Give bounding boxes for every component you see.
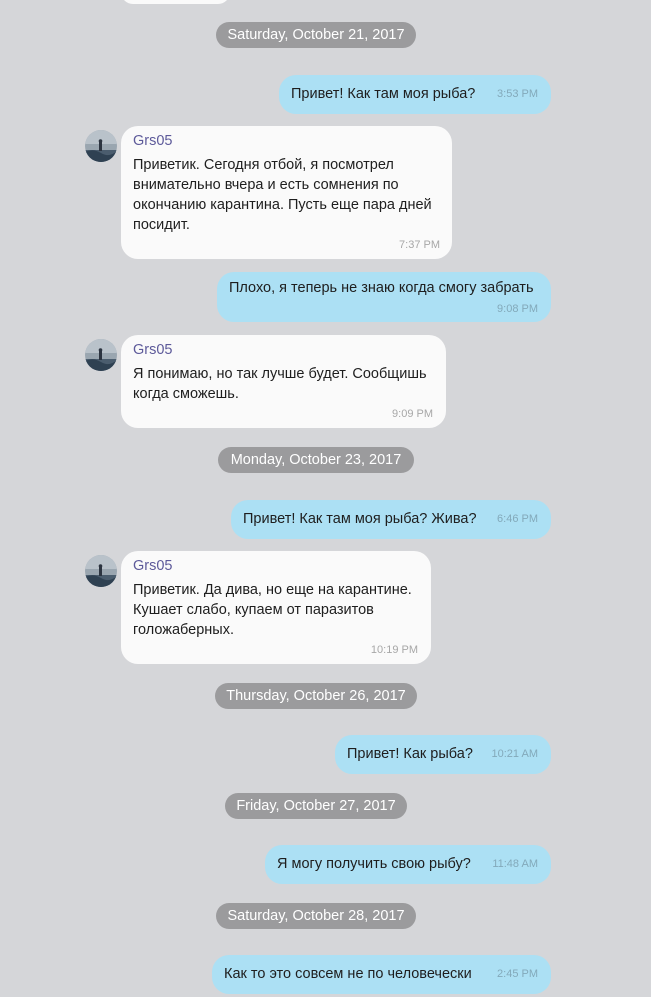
message-text: Привет! Как рыба? <box>347 746 473 762</box>
user-photo-avatar-icon <box>85 555 117 587</box>
message-time: 10:21 AM <box>491 748 538 760</box>
message-text-line: когда сможешь. <box>133 386 239 402</box>
sender-name[interactable]: Grs05 <box>133 133 173 149</box>
message-text: Плохо, я теперь не знаю когда смогу забр… <box>229 280 534 296</box>
user-photo-avatar-icon <box>85 339 117 371</box>
message-text-line: голожаберных. <box>133 622 234 638</box>
message-bubble-partial <box>121 0 230 4</box>
date-separator: Friday, October 27, 2017 <box>225 793 407 819</box>
outgoing-message[interactable]: Плохо, я теперь не знаю когда смогу забр… <box>217 272 551 322</box>
message-text-line: внимательно вчера и есть сомнения по <box>133 177 399 193</box>
outgoing-message[interactable]: Привет! Как рыба? 10:21 AM <box>335 735 551 774</box>
sender-name[interactable]: Grs05 <box>133 342 173 358</box>
outgoing-message[interactable]: Я могу получить свою рыбу? 11:48 AM <box>265 845 551 884</box>
outgoing-message[interactable]: Как то это совсем не по человечески 2:45… <box>212 955 551 994</box>
message-text: Привет! Как там моя рыба? <box>291 86 476 102</box>
date-separator: Thursday, October 26, 2017 <box>215 683 417 709</box>
incoming-message[interactable]: Grs05 Я понимаю, но так лучше будет. Соо… <box>121 335 446 428</box>
date-separator: Saturday, October 28, 2017 <box>216 903 416 929</box>
chat-history[interactable]: Saturday, October 21, 2017 Привет! Как т… <box>0 0 651 997</box>
message-time: 7:37 PM <box>399 239 440 251</box>
message-time: 2:45 PM <box>497 968 538 980</box>
message-text-line: Кушает слабо, купаем от паразитов <box>133 602 374 618</box>
user-photo-avatar-icon <box>85 130 117 162</box>
incoming-message[interactable]: Grs05 Приветик. Сегодня отбой, я посмотр… <box>121 126 452 259</box>
message-text: Привет! Как там моя рыба? Жива? <box>243 511 477 527</box>
message-time: 10:19 PM <box>370 644 418 656</box>
outgoing-message[interactable]: Привет! Как там моя рыба? 3:53 PM <box>279 75 551 114</box>
message-text-line: окончанию карантина. Пусть еще пара дней <box>133 197 432 213</box>
message-time: 9:08 PM <box>497 303 538 315</box>
message-time: 9:09 PM <box>392 408 433 420</box>
date-separator: Saturday, October 21, 2017 <box>216 22 416 48</box>
message-text: Как то это совсем не по человечески <box>224 966 472 982</box>
message-time: 3:53 PM <box>497 88 538 100</box>
sender-name[interactable]: Grs05 <box>133 558 173 574</box>
message-time: 11:48 AM <box>492 858 538 870</box>
message-text-line: Приветик. Да дива, но еще на карантине. <box>133 582 412 598</box>
sender-avatar[interactable] <box>85 555 117 587</box>
incoming-message[interactable]: Grs05 Приветик. Да дива, но еще на каран… <box>121 551 431 664</box>
message-text: Я могу получить свою рыбу? <box>277 856 471 872</box>
outgoing-message[interactable]: Привет! Как там моя рыба? Жива? 6:46 PM <box>231 500 551 539</box>
sender-avatar[interactable] <box>85 130 117 162</box>
message-time: 6:46 PM <box>497 513 538 525</box>
message-text-line: Я понимаю, но так лучше будет. Сообщишь <box>133 366 427 382</box>
sender-avatar[interactable] <box>85 339 117 371</box>
message-text-line: Приветик. Сегодня отбой, я посмотрел <box>133 157 394 173</box>
message-text-line: посидит. <box>133 217 190 233</box>
date-separator: Monday, October 23, 2017 <box>218 447 414 473</box>
